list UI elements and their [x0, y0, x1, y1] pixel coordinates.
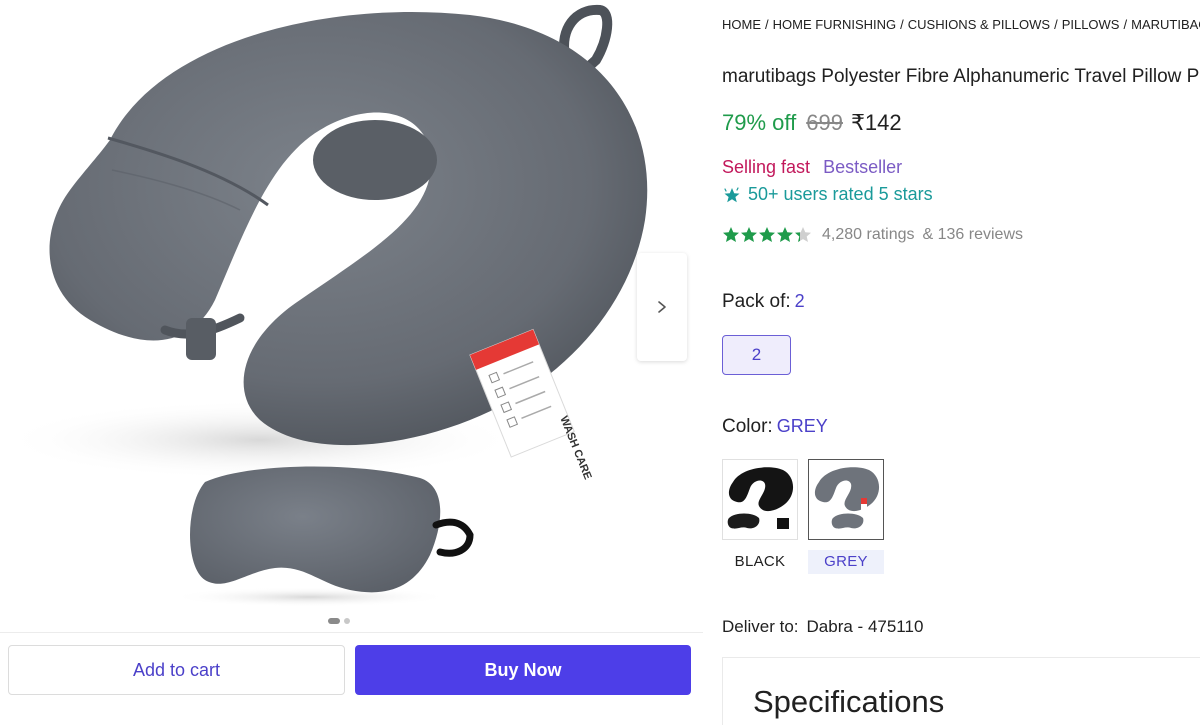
next-image-button[interactable] [637, 253, 687, 361]
product-page: WASH CARE Add to cart Buy Now HOME / HOME … [0, 0, 1200, 725]
add-to-cart-button[interactable]: Add to cart [8, 645, 345, 695]
color-swatch-black[interactable] [722, 459, 798, 540]
product-gallery: WASH CARE Add to cart Buy Now [0, 0, 703, 725]
color-row: Color: GREY [722, 416, 828, 438]
breadcrumb-home-furnishing[interactable]: HOME FURNISHING [773, 17, 897, 32]
black-pillow-thumbnail [727, 467, 794, 529]
selling-price: ₹142 [850, 110, 902, 135]
specifications-title: Specifications [753, 684, 945, 719]
deliver-to-row[interactable]: Deliver to: Dabra - 475110 [722, 617, 923, 637]
star-icon [795, 227, 811, 242]
reviews-count: & 136 reviews [922, 226, 1024, 243]
ratings-count: 4,280 ratings [822, 226, 915, 243]
star-icon [759, 227, 775, 242]
users-rated-badge: 50+ users rated 5 stars [722, 184, 933, 205]
color-value: GREY [776, 416, 828, 436]
star-icon [777, 227, 793, 242]
deliver-to-label: Deliver to: [722, 617, 799, 636]
color-swatch-grey[interactable] [808, 459, 884, 540]
pack-of-value: 2 [794, 291, 805, 311]
carousel-dots [328, 618, 350, 624]
carousel-dot-1[interactable] [328, 618, 340, 624]
star-icon [723, 227, 739, 242]
breadcrumb: HOME / HOME FURNISHING / CUSHIONS & PILLOWS /… [722, 17, 1200, 32]
star-rating [722, 226, 812, 244]
deliver-location: Dabra - 475110 [806, 617, 924, 636]
original-price: 699 [806, 110, 843, 135]
breadcrumb-pillows[interactable]: PILLOWS [1062, 17, 1120, 32]
color-label: Color: [722, 416, 773, 437]
buy-now-button[interactable]: Buy Now [355, 645, 691, 695]
product-details: HOME / HOME FURNISHING / CUSHIONS & PILLOWS /… [722, 0, 1200, 725]
star-icon [741, 227, 757, 242]
users-rated-text: 50+ users rated 5 stars [748, 184, 933, 204]
breadcrumb-brand-pillows[interactable]: MARUTIBAGS PILLOWS [1131, 17, 1200, 32]
pack-of-row: Pack of: 2 [722, 291, 805, 313]
pack-option-2[interactable]: 2 [722, 335, 791, 375]
wash-care-text: WASH CARE [557, 414, 593, 481]
carousel-dot-2[interactable] [344, 618, 350, 624]
breadcrumb-home[interactable]: HOME [722, 17, 761, 32]
discount-percent: 79% off [722, 110, 797, 135]
pack-of-label: Pack of: [722, 291, 791, 312]
breadcrumb-cushions-pillows[interactable]: CUSHIONS & PILLOWS [908, 17, 1050, 32]
action-bar: Add to cart Buy Now [0, 632, 703, 725]
color-option-black-label[interactable]: BLACK [722, 550, 798, 574]
chevron-right-icon [658, 301, 666, 313]
price-row: 79% off 699 ₹142 [722, 110, 902, 136]
product-badges: Selling fast Bestseller [722, 157, 902, 178]
product-title: marutibags Polyester Fibre Alphanumeric … [722, 66, 1200, 87]
bestseller-badge: Bestseller [823, 157, 903, 177]
grey-pillow-thumbnail [814, 467, 880, 529]
selling-fast-badge: Selling fast [722, 157, 811, 177]
product-image[interactable]: WASH CARE [0, 0, 703, 612]
sparkle-star-icon [724, 186, 740, 202]
specifications-section: Specifications [722, 657, 1200, 725]
rating-summary[interactable]: 4,280 ratings & 136 reviews [722, 226, 1023, 244]
color-option-grey-label[interactable]: GREY [808, 550, 884, 574]
neck-pillow-illustration: WASH CARE [0, 4, 648, 607]
